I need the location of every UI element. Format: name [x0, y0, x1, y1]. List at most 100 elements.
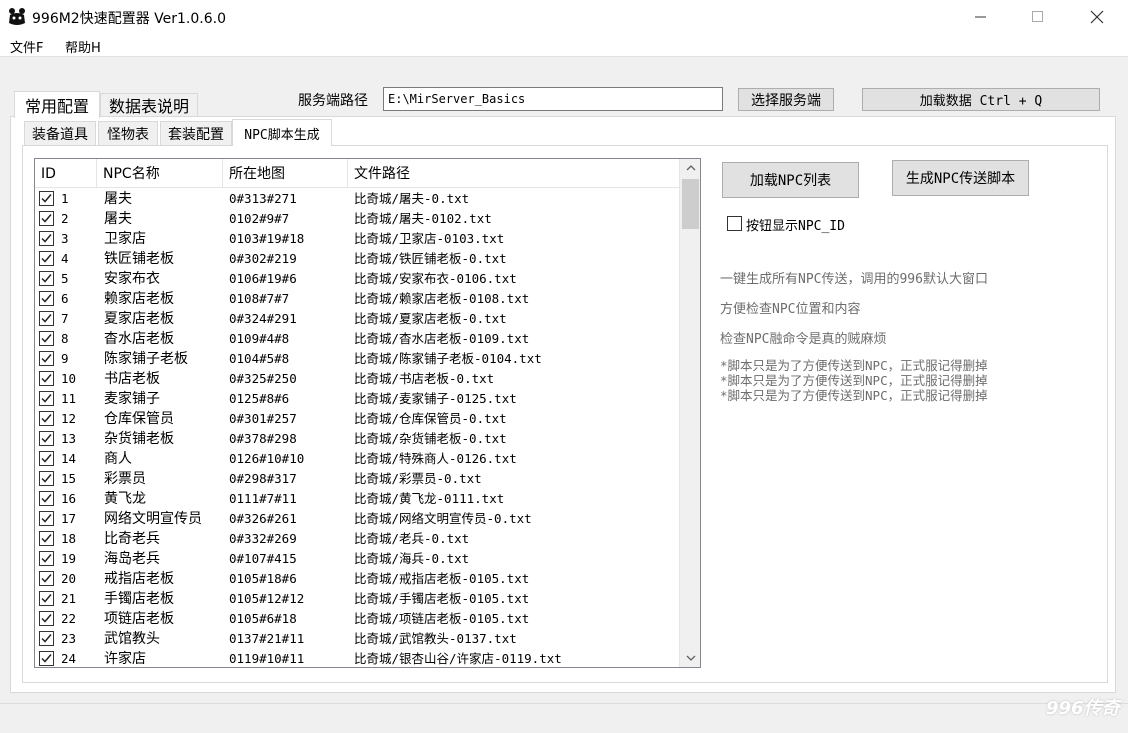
checkmark-icon: [41, 294, 52, 303]
table-row[interactable]: 6 赖家店老板 0108#7#7 比奇城/赖家店老板-0108.txt: [35, 289, 679, 309]
load-data-button[interactable]: 加载数据 Ctrl + Q: [862, 88, 1100, 111]
table-row[interactable]: 15 彩票员 0#298#317 比奇城/彩票员-0.txt: [35, 469, 679, 489]
select-server-button[interactable]: 选择服务端: [738, 88, 834, 111]
cell-npc-name: 手镯店老板: [104, 591, 174, 607]
row-checkbox[interactable]: [39, 411, 54, 426]
table-row[interactable]: 8 杳水店老板 0109#4#8 比奇城/杳水店老板-0109.txt: [35, 329, 679, 349]
show-npc-id-checkbox[interactable]: [727, 216, 742, 231]
table-row[interactable]: 3 卫家店 0103#19#18 比奇城/卫家店-0103.txt: [35, 229, 679, 249]
column-header-file-path[interactable]: 文件路径: [348, 159, 679, 187]
scroll-down-button[interactable]: [680, 649, 700, 666]
checkmark-icon: [41, 614, 52, 623]
minimize-button[interactable]: [958, 0, 1004, 34]
scroll-thumb[interactable]: [682, 179, 699, 229]
tab-equipment[interactable]: 装备道具: [24, 121, 96, 145]
row-checkbox[interactable]: [39, 251, 54, 266]
tab-monsters[interactable]: 怪物表: [98, 121, 158, 145]
row-checkbox[interactable]: [39, 231, 54, 246]
window-title: 996M2快速配置器 Ver1.0.6.0: [32, 11, 226, 27]
table-row[interactable]: 24 许家店 0119#10#11 比奇城/银杏山谷/许家店-0119.txt: [35, 649, 679, 667]
row-checkbox[interactable]: [39, 491, 54, 506]
cell-map: 0#326#261: [229, 511, 297, 526]
tab-suit-config[interactable]: 套装配置: [160, 121, 232, 145]
cell-npc-name: 商人: [104, 451, 132, 467]
column-header-id[interactable]: ID: [35, 159, 97, 187]
table-row[interactable]: 18 比奇老兵 0#332#269 比奇城/老兵-0.txt: [35, 529, 679, 549]
row-checkbox[interactable]: [39, 631, 54, 646]
vertical-scrollbar[interactable]: [679, 159, 700, 667]
column-header-map[interactable]: 所在地图: [223, 159, 348, 187]
row-checkbox[interactable]: [39, 531, 54, 546]
row-checkbox[interactable]: [39, 651, 54, 666]
menu-file[interactable]: 文件F: [10, 37, 43, 56]
cell-npc-name: 许家店: [104, 651, 146, 667]
row-checkbox[interactable]: [39, 571, 54, 586]
table-row[interactable]: 20 戒指店老板 0105#18#6 比奇城/戒指店老板-0105.txt: [35, 569, 679, 589]
table-row[interactable]: 22 项链店老板 0105#6#18 比奇城/项链店老板-0105.txt: [35, 609, 679, 629]
table-row[interactable]: 14 商人 0126#10#10 比奇城/特殊商人-0126.txt: [35, 449, 679, 469]
row-checkbox[interactable]: [39, 591, 54, 606]
row-checkbox[interactable]: [39, 451, 54, 466]
table-row[interactable]: 2 屠夫 0102#9#7 比奇城/屠夫-0102.txt: [35, 209, 679, 229]
table-row[interactable]: 16 黄飞龙 0111#7#11 比奇城/黄飞龙-0111.txt: [35, 489, 679, 509]
row-checkbox[interactable]: [39, 371, 54, 386]
cell-map: 0126#10#10: [229, 451, 305, 466]
checkmark-icon: [41, 194, 52, 203]
table-row[interactable]: 12 仓库保管员 0#301#257 比奇城/仓库保管员-0.txt: [35, 409, 679, 429]
table-row[interactable]: 21 手镯店老板 0105#12#12 比奇城/手镯店老板-0105.txt: [35, 589, 679, 609]
cell-id: 4: [61, 251, 69, 266]
close-button[interactable]: [1074, 0, 1120, 34]
table-row[interactable]: 4 铁匠铺老板 0#302#219 比奇城/铁匠铺老板-0.txt: [35, 249, 679, 269]
cell-npc-name: 夏家店老板: [104, 311, 174, 327]
table-row[interactable]: 23 武馆教头 0137#21#11 比奇城/武馆教头-0137.txt: [35, 629, 679, 649]
row-checkbox[interactable]: [39, 191, 54, 206]
cell-file-path: 比奇城/书店老板-0.txt: [354, 371, 495, 386]
row-checkbox[interactable]: [39, 611, 54, 626]
row-checkbox[interactable]: [39, 431, 54, 446]
tab-common-config[interactable]: 常用配置: [14, 91, 100, 118]
cell-npc-name: 仓库保管员: [104, 411, 174, 427]
cell-npc-name: 屠夫: [104, 191, 132, 207]
cell-file-path: 比奇城/武馆教头-0137.txt: [354, 631, 517, 646]
row-checkbox[interactable]: [39, 311, 54, 326]
checkmark-icon: [41, 454, 52, 463]
maximize-button[interactable]: [1015, 0, 1061, 34]
cell-id: 23: [61, 631, 77, 646]
row-checkbox[interactable]: [39, 211, 54, 226]
table-row[interactable]: 5 安家布衣 0106#19#6 比奇城/安家布衣-0106.txt: [35, 269, 679, 289]
table-row[interactable]: 17 网络文明宣传员 0#326#261 比奇城/网络文明宣传员-0.txt: [35, 509, 679, 529]
row-checkbox[interactable]: [39, 331, 54, 346]
generate-npc-teleport-button[interactable]: 生成NPC传送脚本: [892, 160, 1029, 196]
tab-npc-script[interactable]: NPC脚本生成: [232, 119, 332, 146]
row-checkbox[interactable]: [39, 271, 54, 286]
cell-id: 17: [61, 511, 77, 526]
cell-npc-name: 项链店老板: [104, 611, 174, 627]
tab-data-table-help[interactable]: 数据表说明: [100, 93, 198, 116]
cell-id: 22: [61, 611, 77, 626]
column-header-npc-name[interactable]: NPC名称: [97, 159, 223, 187]
row-checkbox[interactable]: [39, 291, 54, 306]
table-row[interactable]: 11 麦家铺子 0125#8#6 比奇城/麦家铺子-0125.txt: [35, 389, 679, 409]
menu-help[interactable]: 帮助H: [65, 37, 101, 56]
table-row[interactable]: 13 杂货铺老板 0#378#298 比奇城/杂货铺老板-0.txt: [35, 429, 679, 449]
cell-file-path: 比奇城/戒指店老板-0105.txt: [354, 571, 530, 586]
server-path-input[interactable]: [383, 87, 723, 111]
table-row[interactable]: 19 海岛老兵 0#107#415 比奇城/海兵-0.txt: [35, 549, 679, 569]
cell-map: 0105#6#18: [229, 611, 297, 626]
row-checkbox[interactable]: [39, 391, 54, 406]
npc-list[interactable]: ID NPC名称 所在地图 文件路径 1 屠夫 0#313#271 比奇城/屠夫-0.…: [34, 158, 701, 668]
cell-map: 0#332#269: [229, 531, 297, 546]
row-checkbox[interactable]: [39, 551, 54, 566]
row-checkbox[interactable]: [39, 351, 54, 366]
load-npc-list-button[interactable]: 加载NPC列表: [722, 162, 859, 198]
row-checkbox[interactable]: [39, 511, 54, 526]
cell-file-path: 比奇城/黄飞龙-0111.txt: [354, 491, 505, 506]
row-checkbox[interactable]: [39, 471, 54, 486]
table-row[interactable]: 7 夏家店老板 0#324#291 比奇城/夏家店老板-0.txt: [35, 309, 679, 329]
table-row[interactable]: 9 陈家铺子老板 0104#5#8 比奇城/陈家铺子老板-0104.txt: [35, 349, 679, 369]
scroll-up-button[interactable]: [680, 159, 700, 176]
checkmark-icon: [41, 274, 52, 283]
table-row[interactable]: 10 书店老板 0#325#250 比奇城/书店老板-0.txt: [35, 369, 679, 389]
table-row[interactable]: 1 屠夫 0#313#271 比奇城/屠夫-0.txt: [35, 189, 679, 209]
checkmark-icon: [41, 354, 52, 363]
